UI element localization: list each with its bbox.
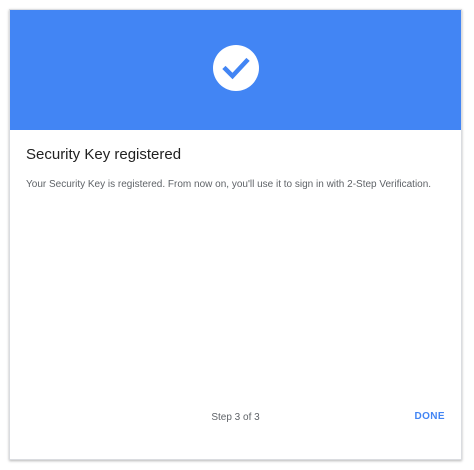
done-button[interactable]: DONE bbox=[413, 408, 448, 425]
dialog-message: Your Security Key is registered. From no… bbox=[26, 179, 432, 190]
dialog-header-banner bbox=[10, 10, 461, 130]
security-key-dialog: Security Key registered Your Security Ke… bbox=[9, 9, 462, 460]
dialog-title: Security Key registered bbox=[26, 146, 182, 163]
check-circle-icon bbox=[212, 45, 259, 91]
checkmark-icon bbox=[221, 57, 250, 80]
step-indicator: Step 3 of 3 bbox=[211, 412, 260, 423]
